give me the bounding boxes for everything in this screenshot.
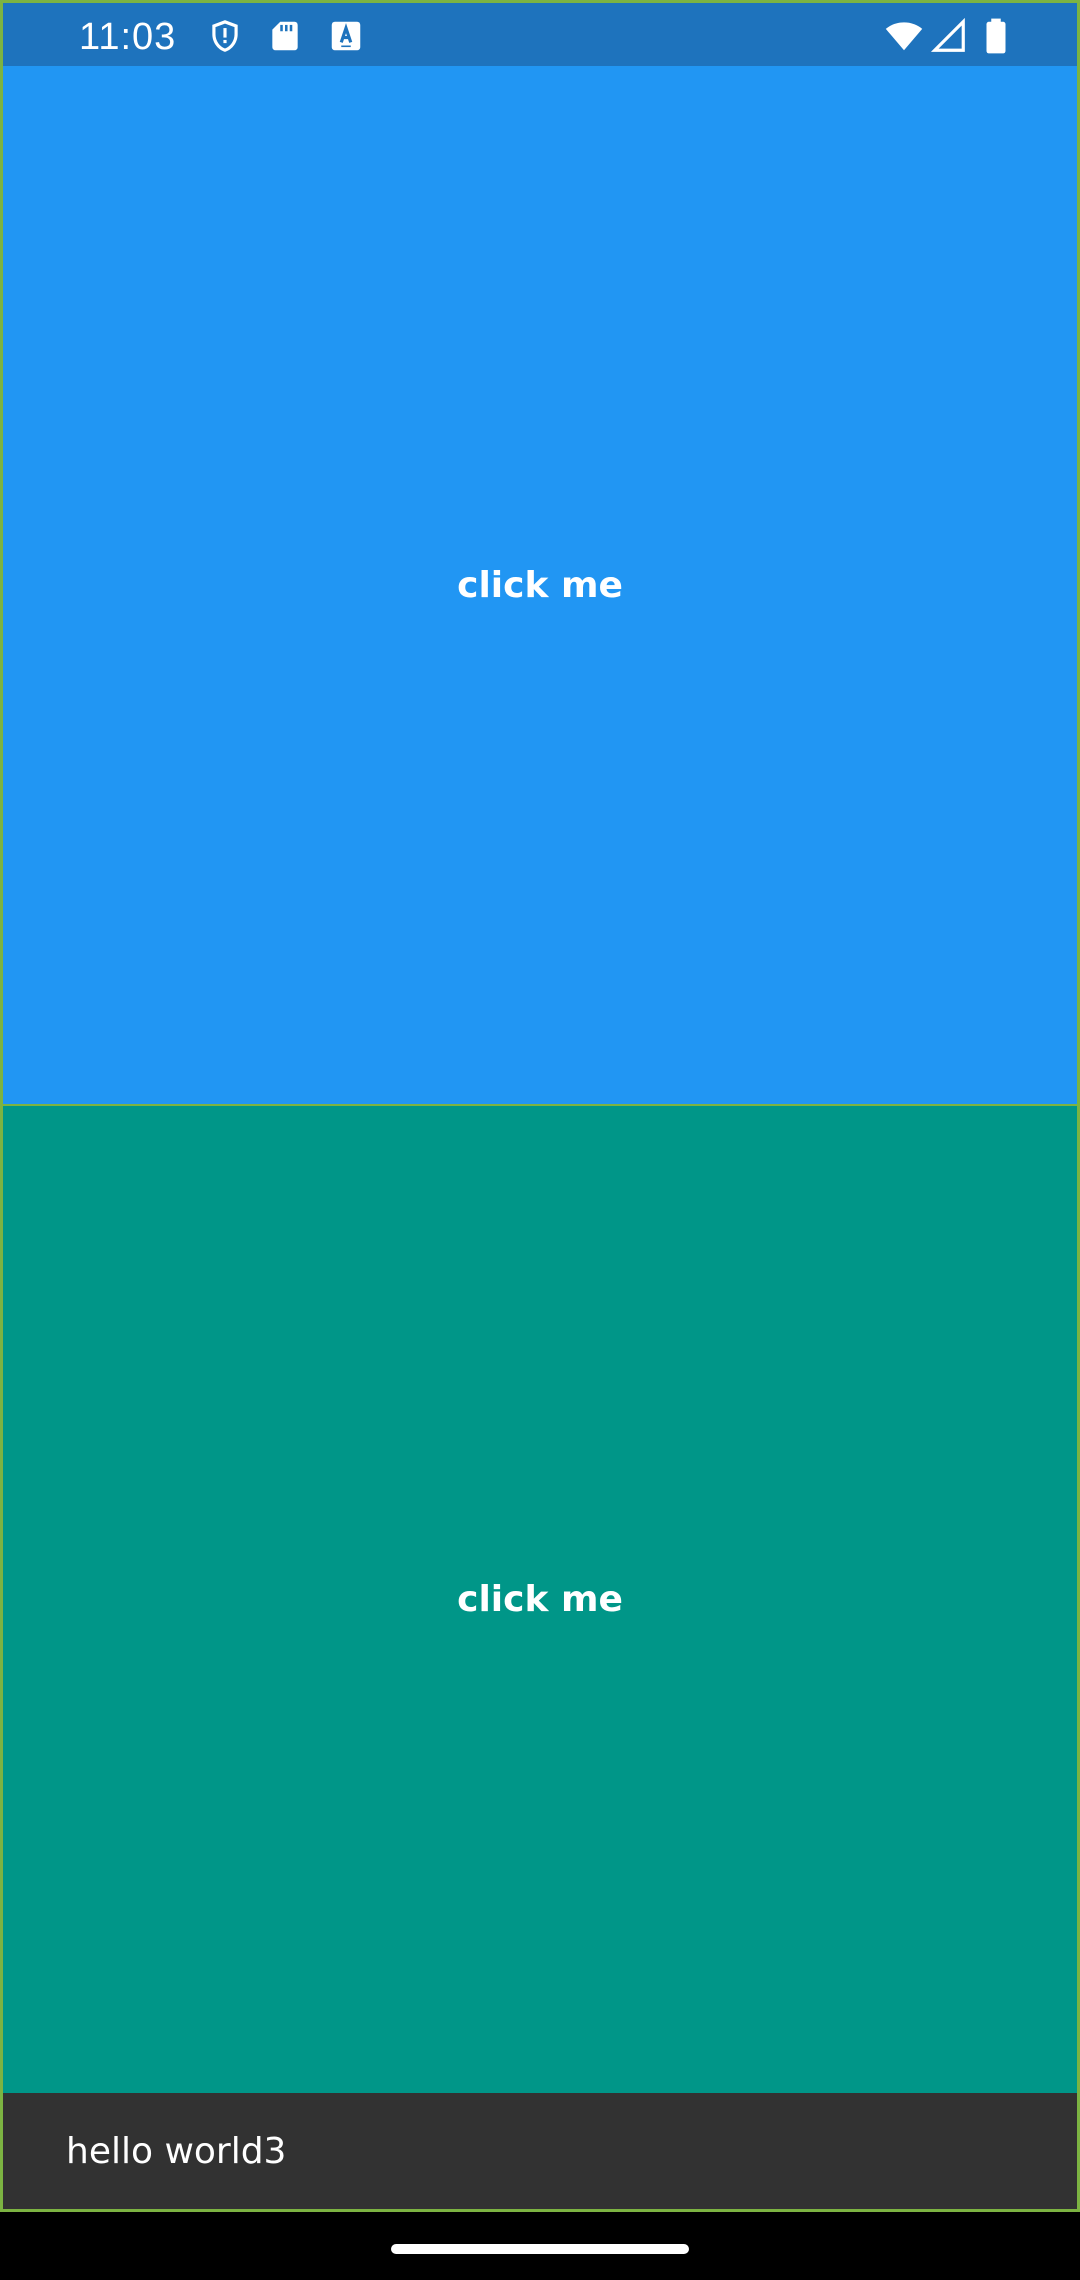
navigation-bar [0,2212,1080,2280]
status-time: 11:03 [79,16,177,58]
snackbar: hello world3 [3,2093,1077,2209]
cell-signal-icon [929,17,969,55]
snackbar-message: hello world3 [66,2130,287,2172]
shield-alert-icon [206,17,244,55]
bottom-click-label: click me [457,1579,623,1620]
wifi-icon [883,17,925,55]
sd-card-icon [266,17,304,55]
top-click-label: click me [457,564,623,606]
bottom-click-panel[interactable]: click me [3,1106,1077,2093]
keyboard-a-icon [327,17,365,55]
home-indicator[interactable] [391,2244,689,2254]
app-content: click me click me hello world3 [0,66,1080,2212]
status-bar: 11:03 [0,0,1080,66]
top-click-panel[interactable]: click me [3,66,1077,1106]
battery-icon [983,17,1009,55]
phone-screen: 11:03 click me click me hello world3 [0,0,1080,2280]
